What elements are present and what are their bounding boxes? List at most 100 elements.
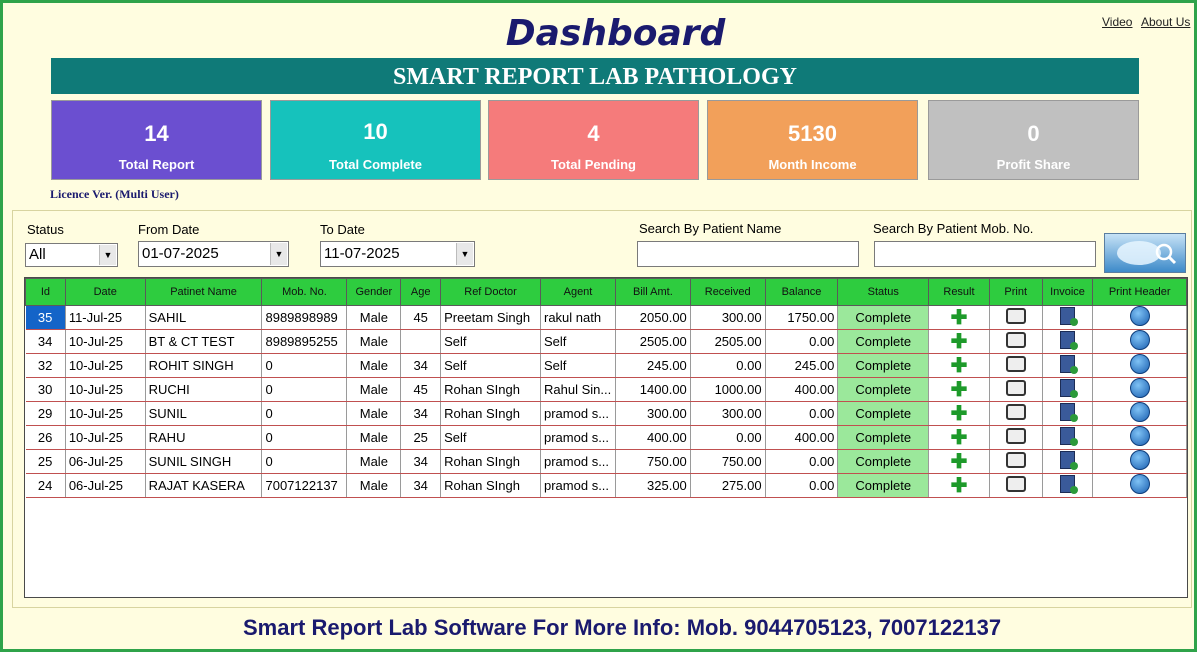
column-header[interactable]: Status — [837, 278, 930, 306]
table-cell: 30 — [25, 377, 66, 402]
column-header[interactable]: Received — [689, 278, 766, 306]
invoice-icon[interactable] — [1042, 425, 1094, 450]
column-header[interactable]: Print — [988, 278, 1043, 306]
printer-icon[interactable] — [989, 473, 1043, 498]
table-cell: 32 — [25, 353, 66, 378]
table-cell: 10-Jul-25 — [65, 425, 146, 450]
table-cell — [400, 329, 442, 354]
result-add-icon[interactable]: ✚ — [928, 305, 990, 330]
table-header: Id Date Patinet Name Mob. No. Gender Age… — [25, 278, 1187, 306]
table-row[interactable]: 25 06-Jul-25 SUNIL SINGH 0 Male 34 Rohan SIngh… — [25, 449, 1187, 474]
column-header[interactable]: Invoice — [1041, 278, 1094, 306]
card-total-complete[interactable]: 10 Total Complete — [270, 100, 481, 180]
print-header-icon[interactable] — [1092, 449, 1187, 474]
invoice-icon[interactable] — [1042, 401, 1094, 426]
search-button[interactable] — [1104, 233, 1186, 273]
column-header[interactable]: Gender — [346, 278, 402, 306]
status-select[interactable]: All ▼ — [25, 243, 118, 267]
chevron-down-icon[interactable]: ▼ — [270, 243, 287, 265]
print-header-icon[interactable] — [1092, 353, 1187, 378]
search-name-label: Search By Patient Name — [639, 221, 782, 236]
table-cell: Preetam Singh — [440, 305, 541, 330]
print-header-icon[interactable] — [1092, 473, 1187, 498]
from-date-picker[interactable]: 01-07-2025 ▼ — [138, 241, 289, 267]
column-header[interactable]: Agent — [540, 278, 616, 306]
result-add-icon[interactable]: ✚ — [928, 473, 990, 498]
to-date-value: 11-07-2025 — [324, 245, 400, 262]
table-cell: Self — [540, 329, 616, 354]
table-cell: RUCHI — [145, 377, 263, 402]
column-header[interactable]: Print Header — [1092, 278, 1187, 306]
invoice-icon[interactable] — [1042, 305, 1094, 330]
invoice-icon[interactable] — [1042, 473, 1094, 498]
column-header[interactable]: Mob. No. — [261, 278, 348, 306]
printer-icon[interactable] — [989, 449, 1043, 474]
invoice-icon[interactable] — [1042, 329, 1094, 354]
chevron-down-icon[interactable]: ▼ — [456, 243, 473, 265]
column-header[interactable]: Patinet Name — [144, 278, 263, 306]
table-row[interactable]: 30 10-Jul-25 RUCHI 0 Male 45 Rohan SIngh Rahul … — [25, 377, 1187, 402]
result-add-icon[interactable]: ✚ — [928, 353, 990, 378]
search-name-input[interactable] — [637, 241, 859, 267]
result-add-icon[interactable]: ✚ — [928, 329, 990, 354]
table-cell: 8989898989 — [261, 305, 348, 330]
card-value: 14 — [144, 121, 169, 146]
table-cell: 0 — [261, 401, 348, 426]
printer-icon[interactable] — [989, 353, 1043, 378]
card-label: Profit Share — [996, 157, 1071, 172]
status-cell: Complete — [837, 377, 930, 402]
table-row[interactable]: 32 10-Jul-25 ROHIT SINGH 0 Male 34 Self Self 245… — [25, 353, 1187, 378]
result-add-icon[interactable]: ✚ — [928, 449, 990, 474]
table-row[interactable]: 34 10-Jul-25 BT & CT TEST 8989895255 Male Sel… — [25, 329, 1187, 354]
column-header[interactable]: Date — [64, 278, 146, 306]
to-date-picker[interactable]: 11-07-2025 ▼ — [320, 241, 475, 267]
search-mob-input[interactable] — [874, 241, 1096, 267]
table-row[interactable]: 26 10-Jul-25 RAHU 0 Male 25 Self pramod s... 400… — [25, 425, 1187, 450]
print-header-icon[interactable] — [1092, 329, 1187, 354]
status-cell: Complete — [837, 449, 930, 474]
invoice-icon[interactable] — [1042, 353, 1094, 378]
printer-icon[interactable] — [989, 425, 1043, 450]
printer-icon[interactable] — [989, 305, 1043, 330]
table-row[interactable]: 35 11-Jul-25 SAHIL 8989898989 Male 45 Preetam … — [25, 305, 1187, 330]
column-header[interactable]: Result — [928, 278, 990, 306]
printer-icon[interactable] — [989, 329, 1043, 354]
table-cell: pramod s... — [540, 401, 616, 426]
card-total-pending[interactable]: 4 Total Pending — [488, 100, 699, 180]
result-add-icon[interactable]: ✚ — [928, 377, 990, 402]
table-cell: Male — [346, 425, 402, 450]
invoice-icon[interactable] — [1042, 377, 1094, 402]
column-header[interactable]: Age — [400, 278, 442, 306]
table-cell: Rohan SIngh — [440, 449, 541, 474]
printer-icon[interactable] — [989, 401, 1043, 426]
card-month-income[interactable]: 5130 Month Income — [707, 100, 918, 180]
print-header-icon[interactable] — [1092, 401, 1187, 426]
table-row[interactable]: 29 10-Jul-25 SUNIL 0 Male 34 Rohan SIngh pramod… — [25, 401, 1187, 426]
print-header-icon[interactable] — [1092, 425, 1187, 450]
about-us-link[interactable]: About Us — [1141, 15, 1190, 29]
card-value: 10 — [363, 119, 388, 144]
table-cell: Rohan SIngh — [440, 401, 541, 426]
card-label: Total Report — [118, 157, 195, 172]
video-link[interactable]: Video — [1102, 15, 1132, 29]
card-profit-share[interactable]: 0 Profit Share — [928, 100, 1139, 180]
print-header-icon[interactable] — [1092, 305, 1187, 330]
column-header[interactable]: Bill Amt. — [614, 278, 691, 306]
column-header[interactable]: Balance — [764, 278, 839, 306]
table-row[interactable]: 24 06-Jul-25 RAJAT KASERA 7007122137 Male 34 R… — [25, 473, 1187, 498]
card-total-report[interactable]: 14 Total Report — [51, 100, 262, 180]
report-grid[interactable]: Id Date Patinet Name Mob. No. Gender Age… — [24, 277, 1188, 598]
printer-icon[interactable] — [989, 377, 1043, 402]
card-value: 4 — [587, 121, 600, 146]
column-header[interactable]: Ref Doctor — [440, 278, 541, 306]
print-header-icon[interactable] — [1092, 377, 1187, 402]
chevron-down-icon[interactable]: ▼ — [99, 245, 116, 265]
table-cell: 0.00 — [690, 425, 766, 450]
invoice-icon[interactable] — [1042, 449, 1094, 474]
table-cell: Male — [346, 449, 402, 474]
result-add-icon[interactable]: ✚ — [928, 401, 990, 426]
table-cell: pramod s... — [540, 449, 616, 474]
result-add-icon[interactable]: ✚ — [928, 425, 990, 450]
column-header[interactable]: Id — [25, 278, 66, 306]
table-cell: Male — [346, 305, 402, 330]
